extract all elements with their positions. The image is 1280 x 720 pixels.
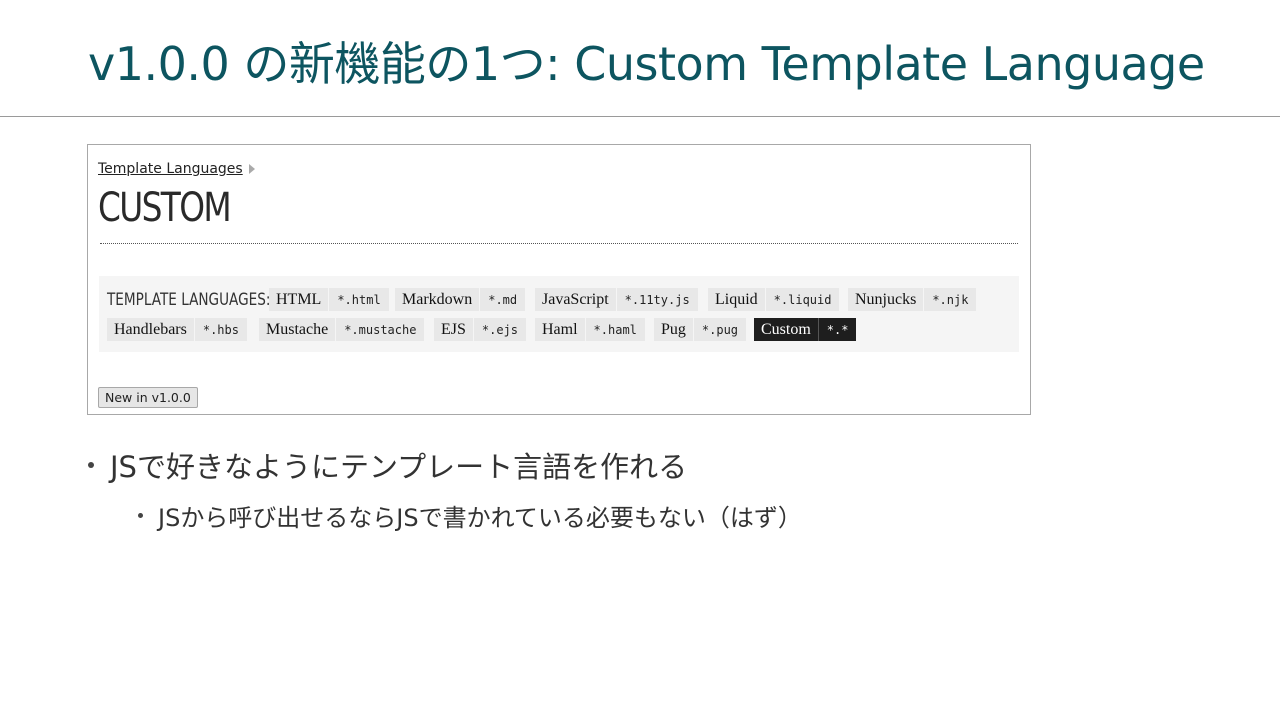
language-chip-custom[interactable]: Custom *.* (754, 318, 857, 341)
language-name: Haml (535, 318, 585, 341)
language-extension: *.md (480, 288, 526, 311)
language-name: Liquid (708, 288, 765, 311)
language-chip-javascript[interactable]: JavaScript *.11ty.js (535, 288, 698, 311)
template-languages-panel: TEMPLATE LANGUAGES: HTML *.html Markdown… (99, 276, 1019, 352)
language-extension: *.* (817, 318, 857, 341)
language-extension: *.ejs (473, 318, 527, 341)
sub-bullet-text: JSから呼び出せるならJSで書かれている必要もない（はず） (158, 504, 802, 532)
bullet-list: JSで好きなようにテンプレート言語を作れる JSから呼び出せるならJSで書かれて… (88, 444, 802, 533)
language-chip-haml[interactable]: Haml *.haml (535, 318, 645, 341)
language-extension: *.pug (693, 318, 747, 341)
language-extension: *.11ty.js (616, 288, 698, 311)
language-chip-liquid[interactable]: Liquid *.liquid (708, 288, 840, 311)
language-name: Markdown (395, 288, 480, 311)
slide-title: v1.0.0 の新機能の1つ: Custom Template Language (88, 37, 1205, 91)
breadcrumb-link-template-languages[interactable]: Template Languages (98, 161, 243, 177)
new-in-version-badge: New in v1.0.0 (98, 387, 198, 408)
template-languages-label: TEMPLATE LANGUAGES: (107, 290, 271, 310)
language-chip-ejs[interactable]: EJS *.ejs (434, 318, 527, 341)
language-extension: *.njk (924, 288, 977, 311)
language-name: Nunjucks (848, 288, 924, 311)
breadcrumb: Template Languages (98, 161, 255, 177)
language-chip-markdown[interactable]: Markdown *.md (395, 288, 526, 311)
language-chip-nunjucks[interactable]: Nunjucks *.njk (848, 288, 977, 311)
language-name: Custom (754, 318, 818, 341)
language-extension: *.mustache (336, 318, 425, 341)
language-chip-html[interactable]: HTML *.html (269, 288, 389, 311)
sub-bullet-item: JSから呼び出せるならJSで書かれている必要もない（はず） (138, 498, 802, 533)
language-extension: *.haml (585, 318, 645, 341)
language-chip-pug[interactable]: Pug *.pug (654, 318, 747, 341)
language-name: HTML (269, 288, 329, 311)
language-extension: *.html (329, 288, 389, 311)
language-chip-handlebars[interactable]: Handlebars *.hbs (107, 318, 247, 341)
language-extension: *.hbs (194, 318, 247, 341)
language-name: Mustache (259, 318, 336, 341)
language-name: Pug (654, 318, 693, 341)
page-heading: CUSTOM (98, 185, 232, 231)
embedded-screenshot: Template Languages CUSTOM TEMPLATE LANGU… (87, 144, 1031, 415)
bullet-dot-icon (88, 462, 94, 468)
language-name: JavaScript (535, 288, 616, 311)
language-extension: *.liquid (765, 288, 840, 311)
title-divider (0, 116, 1280, 117)
chevron-right-icon (248, 164, 255, 174)
bullet-item: JSで好きなようにテンプレート言語を作れる (88, 444, 802, 486)
language-name: Handlebars (107, 318, 194, 341)
bullet-text: JSで好きなようにテンプレート言語を作れる (110, 450, 688, 484)
language-name: EJS (434, 318, 473, 341)
language-chip-mustache[interactable]: Mustache *.mustache (259, 318, 425, 341)
dotted-divider (100, 243, 1018, 244)
bullet-dot-icon (138, 513, 143, 518)
slide: v1.0.0 の新機能の1つ: Custom Template Language… (0, 0, 1280, 720)
